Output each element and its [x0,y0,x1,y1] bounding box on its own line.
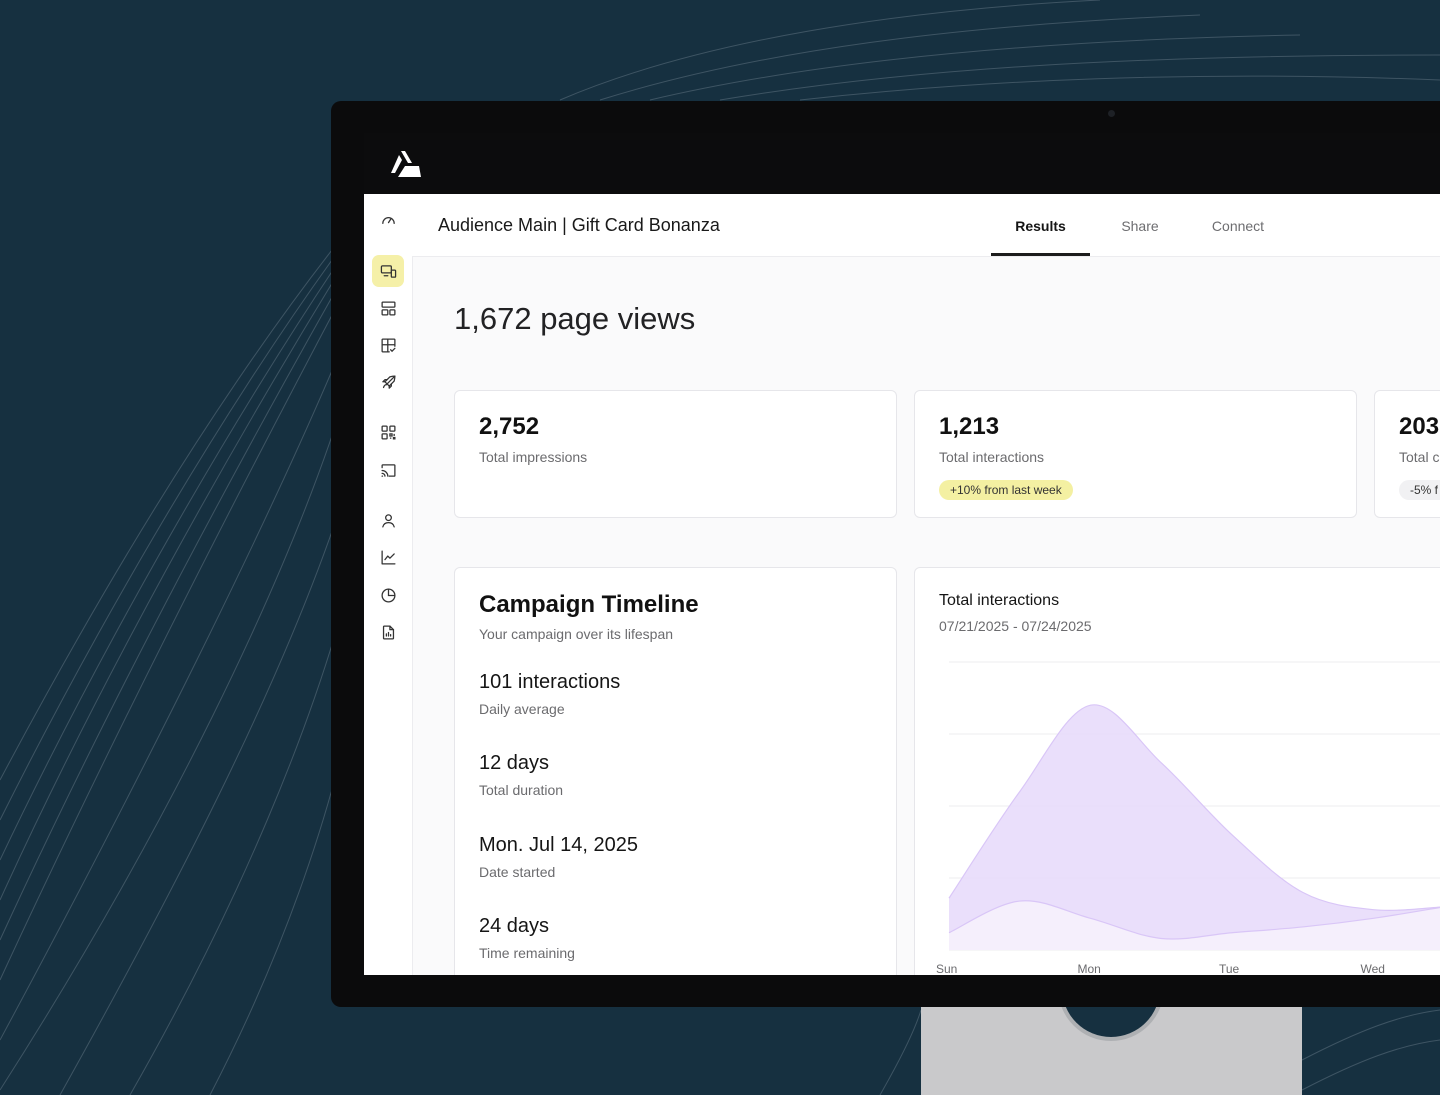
stat-card-interactions: 1,213 Total interactions +10% from last … [914,390,1357,518]
board-check-icon [380,337,396,353]
gauge-icon [381,216,395,224]
stat-label: Total impressions [479,449,588,465]
timeline-value-time-remaining: 24 days [479,915,550,937]
chart-x-tick-label: Wed [1361,962,1385,975]
timeline-label-duration: Total duration [479,782,564,798]
timeline-label-time-remaining: Time remaining [479,945,575,961]
page-title: Audience Main | Gift Card Bonanza [438,215,720,235]
timeline-label-date-started: Date started [479,864,556,880]
sidebar-item-analytics[interactable] [372,541,404,573]
stat-value: 1,213 [939,413,1000,440]
stat-value: 203 [1399,413,1440,440]
page-header: Audience Main | Gift Card Bonanza Result… [412,194,1440,257]
active-tab-indicator [991,253,1090,256]
pie-chart-icon [380,587,396,603]
page-views-headline: 1,672 page views [454,301,696,336]
main-content: 1,672 page views 2,752 Total impressions… [412,257,1440,975]
stat-value: 2,752 [479,413,540,440]
sidebar-item-devices[interactable] [372,255,404,287]
sidebar-item-qr[interactable] [372,416,404,448]
monitor-camera [1108,110,1115,117]
sidebar-item-layout[interactable] [372,292,404,324]
timeline-value-date-started: Mon. Jul 14, 2025 [479,834,638,856]
sidebar-item-user[interactable] [372,504,404,536]
qr-code-icon [380,424,396,440]
layout-icon [380,300,396,316]
line-chart-icon [380,549,396,565]
timeline-value-daily-average: 101 interactions [479,671,621,693]
tab-connect[interactable]: Connect [1204,218,1272,234]
sidebar-item-cast[interactable] [372,454,404,486]
stat-card-impressions: 2,752 Total impressions [454,390,897,518]
stat-label: Total c [1399,449,1440,465]
area-chart: Sun Mon Tue Wed [936,661,1440,975]
devices-icon [380,264,396,278]
trend-badge: -5% f [1399,480,1440,500]
chart-x-tick-label: Sun [936,962,957,975]
sidebar-item-report[interactable] [372,616,404,648]
sidebar-item-launch[interactable] [372,366,404,398]
stat-label: Total interactions [939,449,1045,465]
chart-x-tick-label: Mon [1078,962,1101,975]
sidebar-item-reports-pie[interactable] [372,579,404,611]
timeline-label-daily-average: Daily average [479,701,565,717]
trend-badge: +10% from last week [939,480,1073,500]
interactions-chart-card: Total interactions 07/21/2025 - 07/24/20… [914,567,1440,975]
timeline-subtitle: Your campaign over its lifespan [479,626,674,642]
report-icon [382,624,394,640]
sidebar-item-dashboard[interactable] [372,204,404,236]
chart-x-tick-label: Tue [1219,962,1240,975]
brand-logo-icon[interactable] [388,149,422,179]
tab-share[interactable]: Share [1106,218,1174,234]
sidebar-item-board[interactable] [372,329,404,361]
user-icon [381,513,395,528]
timeline-value-duration: 12 days [479,752,550,774]
cast-icon [380,463,396,477]
app-screen: Audience Main | Gift Card Bonanza Result… [364,133,1440,975]
sidebar [364,194,413,975]
rocket-icon [381,374,396,389]
campaign-timeline-card: Campaign Timeline Your campaign over its… [454,567,897,975]
tab-results[interactable]: Results [991,218,1090,234]
timeline-title: Campaign Timeline [479,591,699,618]
top-bar [364,133,1440,194]
stat-card-third: 203 Total c -5% f [1374,390,1440,518]
